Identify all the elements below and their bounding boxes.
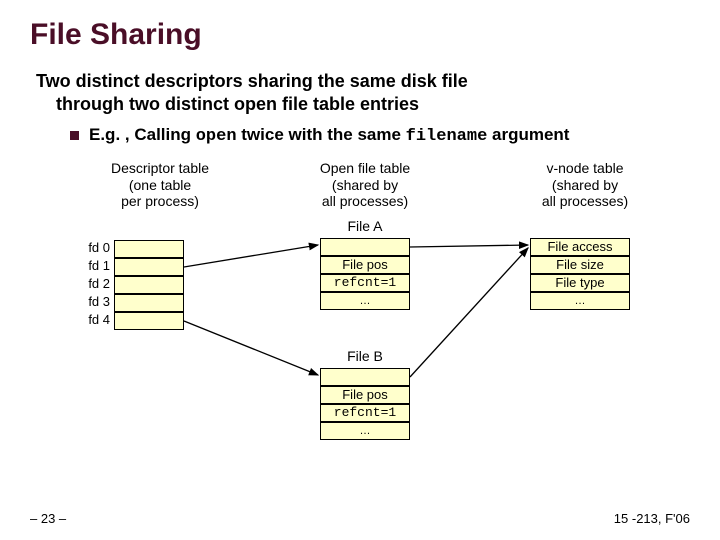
fd2-label: fd 2	[80, 276, 110, 291]
filea-refcnt: refcnt=1	[320, 274, 410, 292]
vnode-size: File size	[530, 256, 630, 274]
filea-blank	[320, 238, 410, 256]
col-open-l3: all processes)	[322, 193, 408, 209]
col-vnode-head: v-node table (shared by all processes)	[520, 160, 650, 210]
bullet: E.g. , Calling open twice with the same …	[70, 125, 690, 146]
fd4-cell	[114, 312, 184, 330]
bullet-code2: filename	[406, 127, 488, 146]
col-desc-l2: (one table	[129, 177, 191, 193]
filea-ell: …	[320, 292, 410, 310]
diagram: Descriptor table (one table per process)…	[40, 160, 700, 490]
footer-right: 15 -213, F'06	[614, 511, 690, 526]
subtitle: Two distinct descriptors sharing the sam…	[36, 70, 690, 117]
fileb-blank	[320, 368, 410, 386]
file-a-label: File A	[320, 218, 410, 234]
bullet-prefix: E.g. , Calling	[89, 125, 196, 144]
subtitle-line1: Two distinct descriptors sharing the sam…	[36, 71, 468, 91]
fd2-cell	[114, 276, 184, 294]
bullet-suffix: argument	[487, 125, 569, 144]
col-vnode-l2: (shared by	[552, 177, 618, 193]
bullet-icon	[70, 131, 79, 140]
fileb-refcnt: refcnt=1	[320, 404, 410, 422]
footer-left: – 23 –	[30, 511, 66, 526]
fd3-cell	[114, 294, 184, 312]
col-desc-l3: per process)	[121, 193, 199, 209]
fd1-cell	[114, 258, 184, 276]
vnode-type: File type	[530, 274, 630, 292]
fd3-label: fd 3	[80, 294, 110, 309]
bullet-mid: twice with the same	[237, 125, 406, 144]
fileb-ell: …	[320, 422, 410, 440]
bullet-code1: open	[196, 127, 237, 146]
col-open-l1: Open file table	[320, 160, 410, 176]
slide-title: File Sharing	[30, 18, 690, 52]
filea-pos: File pos	[320, 256, 410, 274]
fd1-label: fd 1	[80, 258, 110, 273]
col-desc-l1: Descriptor table	[111, 160, 209, 176]
file-b-label: File B	[320, 348, 410, 364]
col-vnode-l1: v-node table	[546, 160, 623, 176]
col-vnode-l3: all processes)	[542, 193, 628, 209]
vnode-ell: …	[530, 292, 630, 310]
col-open-head: Open file table (shared by all processes…	[300, 160, 430, 210]
fd4-label: fd 4	[80, 312, 110, 327]
fd0-label: fd 0	[80, 240, 110, 255]
col-open-l2: (shared by	[332, 177, 398, 193]
vnode-access: File access	[530, 238, 630, 256]
fd0-cell	[114, 240, 184, 258]
subtitle-line2: through two distinct open file table ent…	[56, 94, 419, 114]
fileb-pos: File pos	[320, 386, 410, 404]
col-desc-head: Descriptor table (one table per process)	[95, 160, 225, 210]
